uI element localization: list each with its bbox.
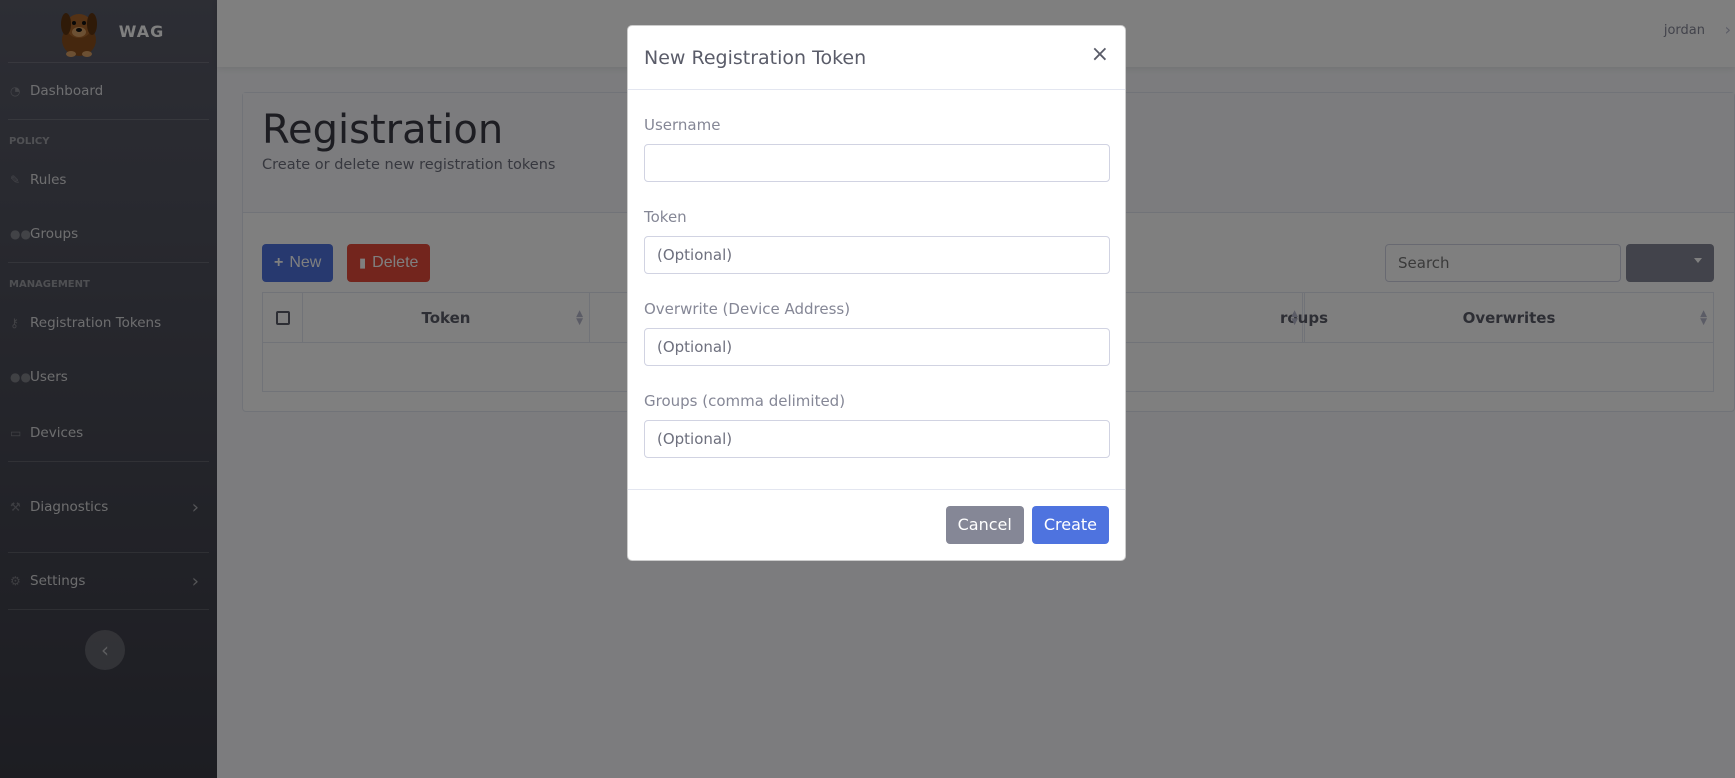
modal-title: New Registration Token bbox=[644, 46, 867, 69]
modal-footer: Cancel Create bbox=[628, 489, 1125, 560]
close-icon[interactable]: × bbox=[1091, 42, 1109, 67]
username-label: Username bbox=[644, 116, 721, 134]
cancel-button[interactable]: Cancel bbox=[945, 505, 1024, 544]
overwrite-group: Overwrite (Device Address) bbox=[644, 282, 1110, 374]
token-label: Token bbox=[644, 208, 687, 226]
groups-field[interactable] bbox=[644, 420, 1110, 458]
modal-header: New Registration Token × bbox=[628, 26, 1125, 90]
modal-body: Username Token Overwrite (Device Address… bbox=[628, 90, 1125, 490]
token-field[interactable] bbox=[644, 236, 1110, 274]
new-token-modal: New Registration Token × Username Token … bbox=[627, 25, 1126, 561]
create-button[interactable]: Create bbox=[1031, 505, 1109, 544]
username-field[interactable] bbox=[644, 144, 1110, 182]
overwrite-label: Overwrite (Device Address) bbox=[644, 300, 851, 318]
groups-group: Groups (comma delimited) bbox=[644, 374, 1110, 466]
groups-label: Groups (comma delimited) bbox=[644, 392, 846, 410]
token-group: Token bbox=[644, 190, 1110, 282]
overwrite-field[interactable] bbox=[644, 328, 1110, 366]
username-group: Username bbox=[644, 98, 1110, 190]
